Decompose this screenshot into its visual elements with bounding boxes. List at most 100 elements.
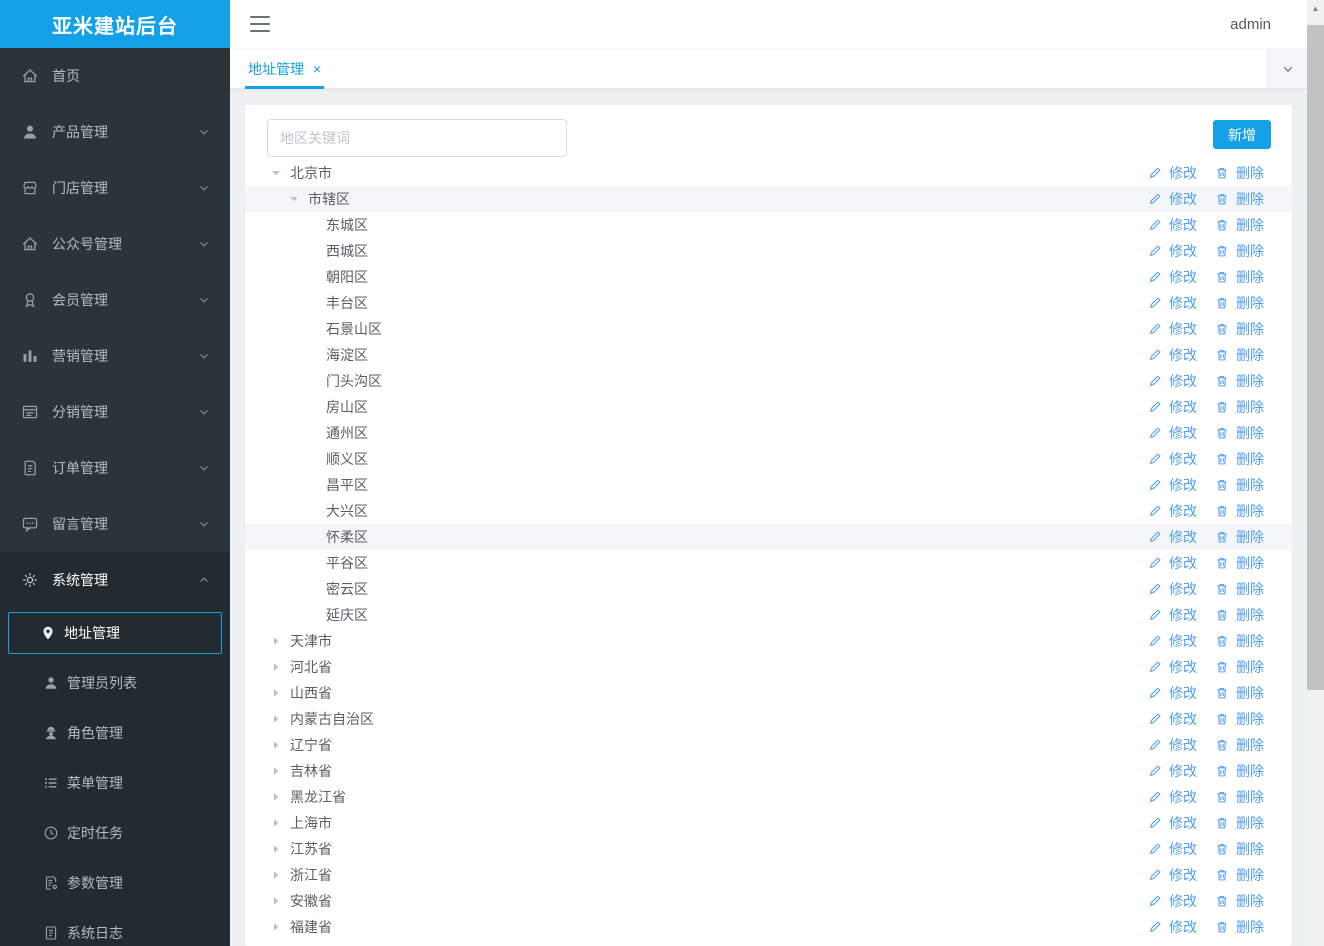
delete-link[interactable]: 删除 xyxy=(1215,787,1264,807)
caret-right-icon[interactable] xyxy=(270,713,282,725)
edit-link[interactable]: 修改 xyxy=(1148,501,1197,521)
tree-row[interactable]: 石景山区 修改 删除 xyxy=(245,316,1292,342)
edit-link[interactable]: 修改 xyxy=(1148,813,1197,833)
delete-link[interactable]: 删除 xyxy=(1215,527,1264,547)
edit-link[interactable]: 修改 xyxy=(1148,631,1197,651)
delete-link[interactable]: 删除 xyxy=(1215,761,1264,781)
delete-link[interactable]: 删除 xyxy=(1215,241,1264,261)
tree-row[interactable]: 大兴区 修改 删除 xyxy=(245,498,1292,524)
caret-right-icon[interactable] xyxy=(270,765,282,777)
edit-link[interactable]: 修改 xyxy=(1148,683,1197,703)
delete-link[interactable]: 删除 xyxy=(1215,579,1264,599)
sidebar-item-orders[interactable]: 订单管理 xyxy=(0,440,230,496)
caret-right-icon[interactable] xyxy=(270,895,282,907)
sidebar-item-params[interactable]: 参数管理 xyxy=(0,858,230,908)
scrollbar-thumb[interactable] xyxy=(1307,25,1324,690)
delete-link[interactable]: 删除 xyxy=(1215,657,1264,677)
add-button[interactable]: 新增 xyxy=(1213,120,1271,149)
delete-link[interactable]: 删除 xyxy=(1215,605,1264,625)
tree-row[interactable]: 通州区 修改 删除 xyxy=(245,420,1292,446)
delete-link[interactable]: 删除 xyxy=(1215,735,1264,755)
tree-row[interactable]: 内蒙古自治区 修改 删除 xyxy=(245,706,1292,732)
delete-link[interactable]: 删除 xyxy=(1215,371,1264,391)
delete-link[interactable]: 删除 xyxy=(1215,449,1264,469)
tree-row[interactable]: 西城区 修改 删除 xyxy=(245,238,1292,264)
sidebar-item-products[interactable]: 产品管理 xyxy=(0,104,230,160)
sidebar-item-messages[interactable]: 留言管理 xyxy=(0,496,230,552)
caret-right-icon[interactable] xyxy=(270,661,282,673)
caret-down-icon[interactable] xyxy=(288,193,300,205)
edit-link[interactable]: 修改 xyxy=(1148,215,1197,235)
edit-link[interactable]: 修改 xyxy=(1148,579,1197,599)
caret-right-icon[interactable] xyxy=(270,817,282,829)
tree-row[interactable]: 平谷区 修改 删除 xyxy=(245,550,1292,576)
delete-link[interactable]: 删除 xyxy=(1215,475,1264,495)
delete-link[interactable]: 删除 xyxy=(1215,501,1264,521)
delete-link[interactable]: 删除 xyxy=(1215,397,1264,417)
tree-row[interactable]: 福建省 修改 删除 xyxy=(245,914,1292,940)
tree-row[interactable]: 东城区 修改 删除 xyxy=(245,212,1292,238)
tree-row[interactable]: 上海市 修改 删除 xyxy=(245,810,1292,836)
edit-link[interactable]: 修改 xyxy=(1148,553,1197,573)
tree-row[interactable]: 市辖区 修改 删除 xyxy=(245,186,1292,212)
tree-row[interactable]: 密云区 修改 删除 xyxy=(245,576,1292,602)
edit-link[interactable]: 修改 xyxy=(1148,371,1197,391)
edit-link[interactable]: 修改 xyxy=(1148,189,1197,209)
sidebar-item-system[interactable]: 系统管理 xyxy=(0,552,230,608)
sidebar-item-admins[interactable]: 管理员列表 xyxy=(0,658,230,708)
caret-right-icon[interactable] xyxy=(270,843,282,855)
edit-link[interactable]: 修改 xyxy=(1148,345,1197,365)
sidebar-item-stores[interactable]: 门店管理 xyxy=(0,160,230,216)
edit-link[interactable]: 修改 xyxy=(1148,865,1197,885)
caret-right-icon[interactable] xyxy=(270,687,282,699)
delete-link[interactable]: 删除 xyxy=(1215,215,1264,235)
scrollbar-up-arrow-icon[interactable]: ▲ xyxy=(1307,0,1324,17)
delete-link[interactable]: 删除 xyxy=(1215,813,1264,833)
tree-row[interactable]: 河北省 修改 删除 xyxy=(245,654,1292,680)
edit-link[interactable]: 修改 xyxy=(1148,761,1197,781)
sidebar-item-cron[interactable]: 定时任务 xyxy=(0,808,230,858)
tree-row[interactable]: 安徽省 修改 删除 xyxy=(245,888,1292,914)
current-user[interactable]: admin xyxy=(1230,16,1271,33)
sidebar-item-logs[interactable]: 系统日志 xyxy=(0,908,230,946)
caret-right-icon[interactable] xyxy=(270,869,282,881)
edit-link[interactable]: 修改 xyxy=(1148,657,1197,677)
tab-address-management[interactable]: 地址管理 × xyxy=(245,49,325,89)
tree-row[interactable]: 辽宁省 修改 删除 xyxy=(245,732,1292,758)
tree-row[interactable]: 丰台区 修改 删除 xyxy=(245,290,1292,316)
search-input[interactable] xyxy=(267,119,567,157)
tree-row[interactable]: 延庆区 修改 删除 xyxy=(245,602,1292,628)
sidebar-item-address[interactable]: 地址管理 xyxy=(8,612,222,654)
edit-link[interactable]: 修改 xyxy=(1148,787,1197,807)
tree-row[interactable]: 房山区 修改 删除 xyxy=(245,394,1292,420)
caret-down-icon[interactable] xyxy=(270,167,282,179)
edit-link[interactable]: 修改 xyxy=(1148,449,1197,469)
edit-link[interactable]: 修改 xyxy=(1148,709,1197,729)
sidebar-item-members[interactable]: 会员管理 xyxy=(0,272,230,328)
delete-link[interactable]: 删除 xyxy=(1215,709,1264,729)
tree-row[interactable]: 顺义区 修改 删除 xyxy=(245,446,1292,472)
delete-link[interactable]: 删除 xyxy=(1215,423,1264,443)
edit-link[interactable]: 修改 xyxy=(1148,267,1197,287)
tree-row[interactable]: 天津市 修改 删除 xyxy=(245,628,1292,654)
edit-link[interactable]: 修改 xyxy=(1148,735,1197,755)
delete-link[interactable]: 删除 xyxy=(1215,267,1264,287)
edit-link[interactable]: 修改 xyxy=(1148,319,1197,339)
tree-row[interactable]: 江苏省 修改 删除 xyxy=(245,836,1292,862)
delete-link[interactable]: 删除 xyxy=(1215,553,1264,573)
edit-link[interactable]: 修改 xyxy=(1148,241,1197,261)
delete-link[interactable]: 删除 xyxy=(1215,163,1264,183)
sidebar-item-menus[interactable]: 菜单管理 xyxy=(0,758,230,808)
edit-link[interactable]: 修改 xyxy=(1148,293,1197,313)
tree-row[interactable]: 怀柔区 修改 删除 xyxy=(245,524,1292,550)
menu-toggle-icon[interactable] xyxy=(250,16,270,32)
edit-link[interactable]: 修改 xyxy=(1148,475,1197,495)
delete-link[interactable]: 删除 xyxy=(1215,319,1264,339)
tree-row[interactable]: 门头沟区 修改 删除 xyxy=(245,368,1292,394)
sidebar-item-roles[interactable]: 角色管理 xyxy=(0,708,230,758)
tree-row[interactable]: 吉林省 修改 删除 xyxy=(245,758,1292,784)
edit-link[interactable]: 修改 xyxy=(1148,527,1197,547)
sidebar-item-wechat[interactable]: 公众号管理 xyxy=(0,216,230,272)
delete-link[interactable]: 删除 xyxy=(1215,891,1264,911)
edit-link[interactable]: 修改 xyxy=(1148,839,1197,859)
